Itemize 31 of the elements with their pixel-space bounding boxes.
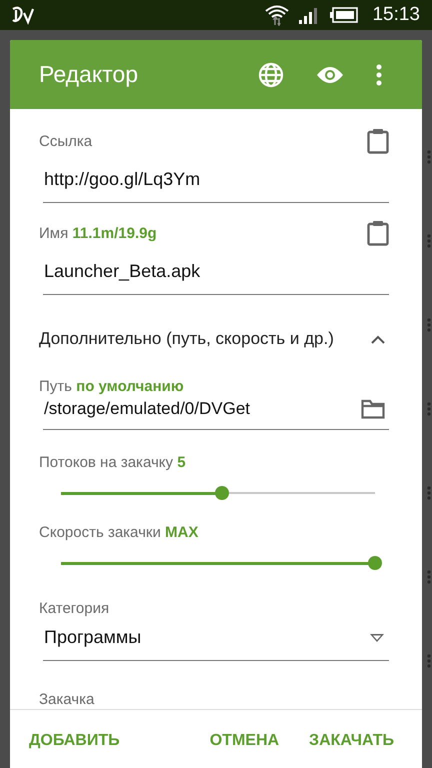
overflow-icon: [427, 402, 431, 416]
dialog-title: Редактор: [39, 61, 140, 88]
overflow-icon: [427, 570, 431, 584]
slider-label: Скорость закачки MAX: [39, 524, 198, 541]
battery-icon: [330, 7, 358, 23]
clipboard-icon[interactable]: [367, 220, 389, 246]
field-label: Путь по умолчанию: [39, 378, 184, 394]
app-logo-icon: [10, 5, 36, 25]
slider-label: Потоков на закачку 5: [39, 454, 186, 471]
overflow-icon: [427, 150, 431, 164]
wifi-icon: [264, 4, 290, 26]
category-dropdown[interactable]: Программы: [43, 617, 389, 661]
more-icon[interactable]: [376, 64, 382, 86]
globe-icon[interactable]: [258, 62, 284, 88]
overflow-icon: [427, 486, 431, 500]
overflow-icon: [427, 234, 431, 248]
text-field[interactable]: /storage/emulated/0/DVGet: [43, 397, 389, 430]
overflow-icon: [427, 318, 431, 332]
eye-icon[interactable]: [316, 64, 344, 84]
clock: 15:13: [372, 4, 420, 26]
advanced-expander[interactable]: Дополнительно (путь, скорость и др.): [39, 307, 389, 371]
dropdown-arrow-icon: [369, 632, 385, 642]
overflow-icon: [427, 654, 431, 668]
folder-icon[interactable]: [361, 399, 385, 419]
section-label: Закачка: [39, 691, 94, 708]
field-label: Имя 11.1m/19.9g: [39, 224, 157, 242]
clipboard-icon[interactable]: [367, 128, 389, 154]
field-label: Категория: [39, 600, 110, 617]
text-field[interactable]: http://goo.gl/Lq3Ym: [43, 159, 389, 203]
field-label: Ссылка: [39, 132, 92, 150]
text-field[interactable]: Launcher_Beta.apk: [43, 251, 389, 295]
